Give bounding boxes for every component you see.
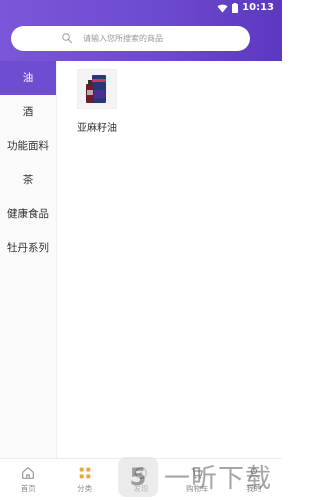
- status-bar: 10:13: [0, 0, 282, 16]
- status-time: 10:13: [242, 2, 274, 13]
- tab-label: 分类: [77, 484, 93, 493]
- sidebar-item-label: 牡丹系列: [7, 242, 49, 254]
- sidebar-item-wine[interactable]: 酒: [0, 95, 56, 129]
- tab-label: 发现: [133, 484, 149, 493]
- sidebar-item-label: 功能面料: [7, 140, 49, 152]
- profile-icon: [248, 467, 260, 479]
- product-grid: 亚麻籽油: [57, 61, 282, 459]
- search-icon: [62, 33, 72, 43]
- sidebar-item-label: 油: [22, 72, 34, 84]
- product-bottle-image: [77, 69, 117, 109]
- sidebar-item-oil[interactable]: 油: [0, 61, 56, 95]
- header: 10:13 请输入您所搜索的商品: [0, 0, 282, 61]
- discover-icon: [135, 467, 147, 479]
- search-placeholder: 请输入您所搜索的商品: [83, 33, 163, 43]
- sidebar-item-peony-series[interactable]: 牡丹系列: [0, 231, 56, 265]
- status-right: 10:13: [217, 2, 274, 14]
- bottom-tabbar: 首页 分类 发现 购物车 我的: [0, 458, 282, 500]
- sidebar-item-health-food[interactable]: 健康食品: [0, 197, 56, 231]
- category-sidebar: 油 酒 功能面料 茶 健康食品 牡丹系列: [0, 61, 57, 459]
- bottle-icon: [86, 75, 106, 103]
- tab-discover[interactable]: 发现: [113, 459, 169, 500]
- tab-label: 我的: [246, 484, 262, 493]
- tab-category[interactable]: 分类: [56, 459, 112, 500]
- tab-cart[interactable]: 购物车: [169, 459, 225, 500]
- sidebar-item-label: 茶: [22, 174, 34, 186]
- sidebar-item-functional-fabric[interactable]: 功能面料: [0, 129, 56, 163]
- sidebar-item-label: 健康食品: [7, 208, 49, 220]
- wifi-icon: [217, 4, 228, 12]
- tab-home[interactable]: 首页: [0, 459, 56, 500]
- category-grid-icon: [79, 467, 90, 479]
- tab-label: 首页: [20, 484, 36, 493]
- cart-icon: [192, 468, 204, 479]
- battery-icon: [232, 3, 239, 13]
- search-input[interactable]: 请输入您所搜索的商品: [11, 26, 250, 51]
- sidebar-item-tea[interactable]: 茶: [0, 163, 56, 197]
- home-icon: [22, 467, 35, 479]
- product-name: 亚麻籽油: [77, 123, 117, 134]
- sidebar-item-label: 酒: [22, 106, 34, 118]
- product-card[interactable]: 亚麻籽油: [72, 69, 122, 134]
- tab-profile[interactable]: 我的: [226, 459, 282, 500]
- tab-label: 购物车: [186, 484, 209, 493]
